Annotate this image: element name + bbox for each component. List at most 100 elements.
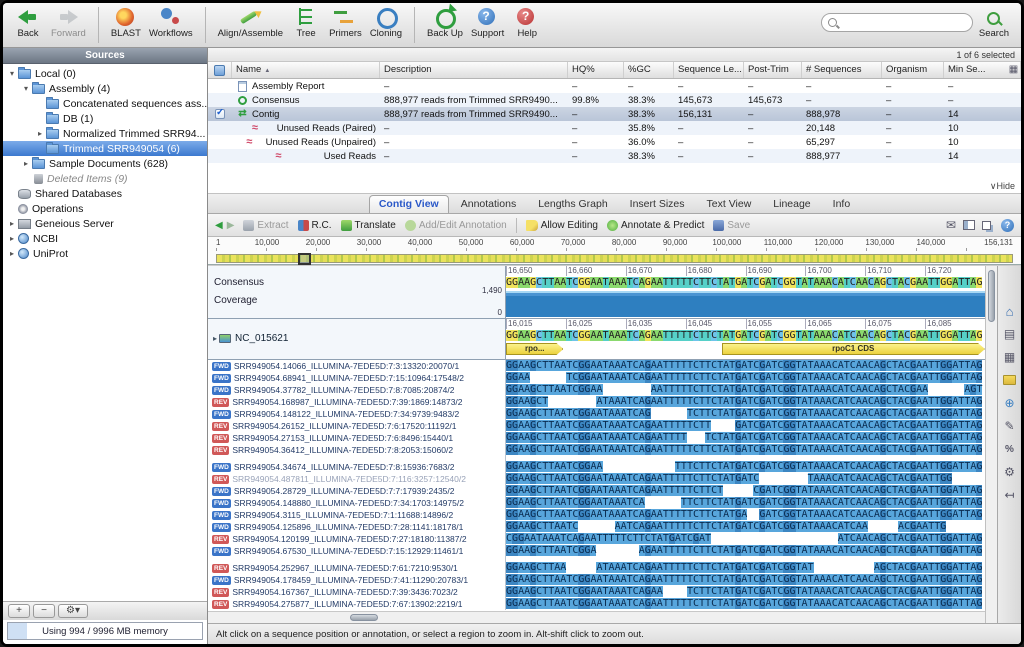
read-row[interactable]: FWD SRR949054.28729_ILLUMINA-7EDE5D:7:7:… [208,485,985,497]
read-sequence[interactable]: GGAAGCTTAATCGGAATAAATCA TTCTTCTATGATCGAT… [506,497,985,509]
vertical-scrollbar[interactable] [985,266,997,623]
read-row[interactable]: REV SRR949054.168987_ILLUMINA-7EDE5D:7:3… [208,396,985,408]
view-help-icon[interactable] [1001,219,1014,232]
reference-disclosure-icon[interactable] [213,334,217,343]
tab[interactable]: Lineage [763,195,820,213]
column-header-gc[interactable]: %GC [624,62,674,78]
hide-table-toggle[interactable]: ∨Hide [208,181,1021,193]
read-row[interactable]: FWD SRR949054.68941_ILLUMINA-7EDE5D:7:15… [208,372,985,384]
tab[interactable]: Lengths Graph [528,195,617,213]
home-icon[interactable]: ⌂ [1001,304,1019,319]
row-checkbox[interactable] [215,109,225,119]
read-row[interactable]: REV SRR949054.120199_ILLUMINA-7EDE5D:7:2… [208,533,985,545]
read-row[interactable]: REV SRR949054.26152_ILLUMINA-7EDE5D:7:6:… [208,420,985,432]
disclosure-arrow-icon[interactable] [7,219,17,228]
table-row[interactable]: Assembly Report – – – – – – – – [208,79,1021,93]
sidebar-item-deleted-items[interactable]: Deleted Items (9) [3,171,207,186]
column-header-post-trim[interactable]: Post-Trim [744,62,802,78]
identity-icon[interactable]: % [1001,442,1019,457]
sidebar-item-sample-documents[interactable]: Sample Documents (628) [3,156,207,171]
search-button[interactable]: Search [975,9,1013,40]
cloning-button[interactable]: Cloning [366,5,406,40]
read-sequence[interactable]: GGAAGCTTAATCGGAATAAATCAGAATTTTTCTTCTATGA… [506,360,985,372]
read-sequence[interactable]: GGAAGCTTAATCGGAATAAATCAGAATTTTTCTT GATCG… [506,420,985,432]
horizontal-scroll-thumb[interactable] [350,614,378,621]
read-sequence[interactable]: GGAAGCTTAATCGGAATAAATCAG TCTTCTATGATCGAT… [506,408,985,420]
extract-button[interactable]: Extract [243,220,288,231]
add-folder-button[interactable]: + [8,604,30,618]
read-sequence[interactable]: GGAAGCTTAA ATAAATCAGAATTTTTCTTCTATGATCGA… [506,562,985,574]
table-row[interactable]: Unused Reads (Paired) – – 35.8% – – 20,1… [208,121,1021,135]
view-back-icon[interactable] [215,220,223,231]
graph-view-icon[interactable]: ▦ [1001,350,1019,365]
table-row[interactable]: Contig 888,977 reads from Trimmed SRR949… [208,107,1021,121]
web-links-icon[interactable]: ⊕ [1001,396,1019,411]
allow-editing-button[interactable]: Allow Editing [526,220,598,231]
column-header-description[interactable]: Description [380,62,568,78]
reverse-complement-button[interactable]: R.C. [298,220,332,231]
align-assemble-button[interactable]: Align/Assemble [214,5,287,40]
annotation-arrow[interactable]: rpoC1 CDS [722,343,985,355]
tab[interactable]: Annotations [451,195,526,213]
vertical-scroll-thumb[interactable] [988,270,995,322]
coverage-overview-band[interactable] [216,254,1013,263]
disclosure-arrow-icon[interactable] [21,159,31,168]
sidebar-item-normalized[interactable]: Normalized Trimmed SRR94... [3,126,207,141]
read-sequence[interactable]: GGAAGCTTAATCGGAA TTTCTTCTATGATCGATCGGTAT… [506,461,985,473]
read-row[interactable]: FWD SRR949054.3115_ILLUMINA-7EDE5D:7:1:1… [208,509,985,521]
edit-annotations-icon[interactable]: ✎ [1001,419,1019,434]
tab[interactable]: Text View [697,195,762,213]
backup-button[interactable]: Back Up [423,5,467,40]
sidebar-gear-button[interactable]: ⚙▾ [58,604,88,618]
table-row[interactable]: Unused Reads (Unpaired) – – 36.0% – – 65… [208,135,1021,149]
back-button[interactable]: Back [9,5,47,40]
read-sequence[interactable]: GGAAGCTTAATC AATCAGAATTTTTCTTCTATGATCGAT… [506,521,985,533]
table-row[interactable]: Used Reads – – 38.3% – – 888,977 – 14 [208,149,1021,163]
read-sequence[interactable]: GGAA TCGGAATAAATCAGAATTTTTCTTCTATGATCGAT… [506,372,985,384]
select-all-checkbox[interactable] [214,65,225,76]
sidebar-item-trimmed[interactable]: Trimmed SRR949054 (6) [3,141,207,156]
search-input[interactable] [841,17,966,28]
read-sequence[interactable]: CGGAATAAATCAGAATTTTTCTTCTATGATCGAT ATCAA… [506,533,985,545]
read-row[interactable]: FWD SRR949054.148122_ILLUMINA-7EDE5D:7:3… [208,408,985,420]
read-sequence[interactable]: GGAAGCTTAATCGGAATAAATCAGAATTTTTCTTCT CGA… [506,485,985,497]
read-sequence[interactable]: GGAAGCTTAATCGGAATAAATCAGAATTTTTCTTCTATGA… [506,574,985,586]
disclosure-arrow-icon[interactable] [35,129,45,138]
restore-defaults-icon[interactable]: ↤ [1001,488,1019,503]
overview-selection[interactable] [298,253,311,265]
column-header-sequence-length[interactable]: Sequence Le... [674,62,744,78]
column-header-hq[interactable]: HQ% [568,62,624,78]
sidebar-item-ncbi[interactable]: NCBI [3,231,207,246]
copy-view-icon[interactable] [982,221,991,230]
read-row[interactable]: REV SRR949054.167367_ILLUMINA-7EDE5D:7:3… [208,586,985,598]
sidebar-item-uniprot[interactable]: UniProt [3,246,207,261]
sidebar-item-geneious-server[interactable]: Geneious Server [3,216,207,231]
sidebar-item-concatenated[interactable]: Concatenated sequences ass... [3,96,207,111]
disclosure-arrow-icon[interactable] [7,249,17,258]
read-row[interactable]: REV SRR949054.487811_ILLUMINA-7EDE5D:7:1… [208,473,985,485]
tab[interactable]: Contig View [369,195,449,213]
table-row[interactable]: Consensus 888,977 reads from Trimmed SRR… [208,93,1021,107]
annotate-predict-button[interactable]: Annotate & Predict [607,220,704,231]
column-header-name[interactable]: Name [232,62,380,78]
read-row[interactable]: FWD SRR949054.37782_ILLUMINA-7EDE5D:7:8:… [208,384,985,396]
sidebar-item-local[interactable]: Local (0) [3,66,207,81]
save-button[interactable]: Save [713,220,750,231]
read-row[interactable]: FWD SRR949054.67530_ILLUMINA-7EDE5D:7:15… [208,545,985,557]
disclosure-arrow-icon[interactable] [7,234,17,243]
sequence-view-icon[interactable]: ▤ [1001,327,1019,342]
coverage-chart[interactable] [506,290,985,317]
column-header-num-sequences[interactable]: # Sequences [802,62,882,78]
read-row[interactable]: REV SRR949054.36412_ILLUMINA-7EDE5D:7:8:… [208,444,985,456]
disclosure-arrow-icon[interactable] [7,69,17,78]
read-sequence[interactable]: GGAAGCTTAATCGGA AGAATTTTTCTTCTATGATCGATC… [506,545,985,557]
support-button[interactable]: Support [467,5,508,40]
read-sequence[interactable]: GGAAGCTTAATCGGAATAAATCAGAATTTTTCTTCTATGA… [506,473,985,485]
read-sequence[interactable]: GGAAGCTTAATCGGAATAAATCAGAATTTTTCTTCTATGA… [506,509,985,521]
read-sequence[interactable]: GGAAGCTTAATCGGAATAAATCAGAATTTTTCTTCTATGA… [506,444,985,456]
read-row[interactable]: FWD SRR949054.125896_ILLUMINA-7EDE5D:7:2… [208,521,985,533]
read-sequence[interactable]: GGAAGCTTAATCGGAATAAATCAGAATTTT TCTATGATC… [506,432,985,444]
email-icon[interactable] [946,218,956,232]
column-header-organism[interactable]: Organism [882,62,944,78]
sidebar-item-db[interactable]: DB (1) [3,111,207,126]
